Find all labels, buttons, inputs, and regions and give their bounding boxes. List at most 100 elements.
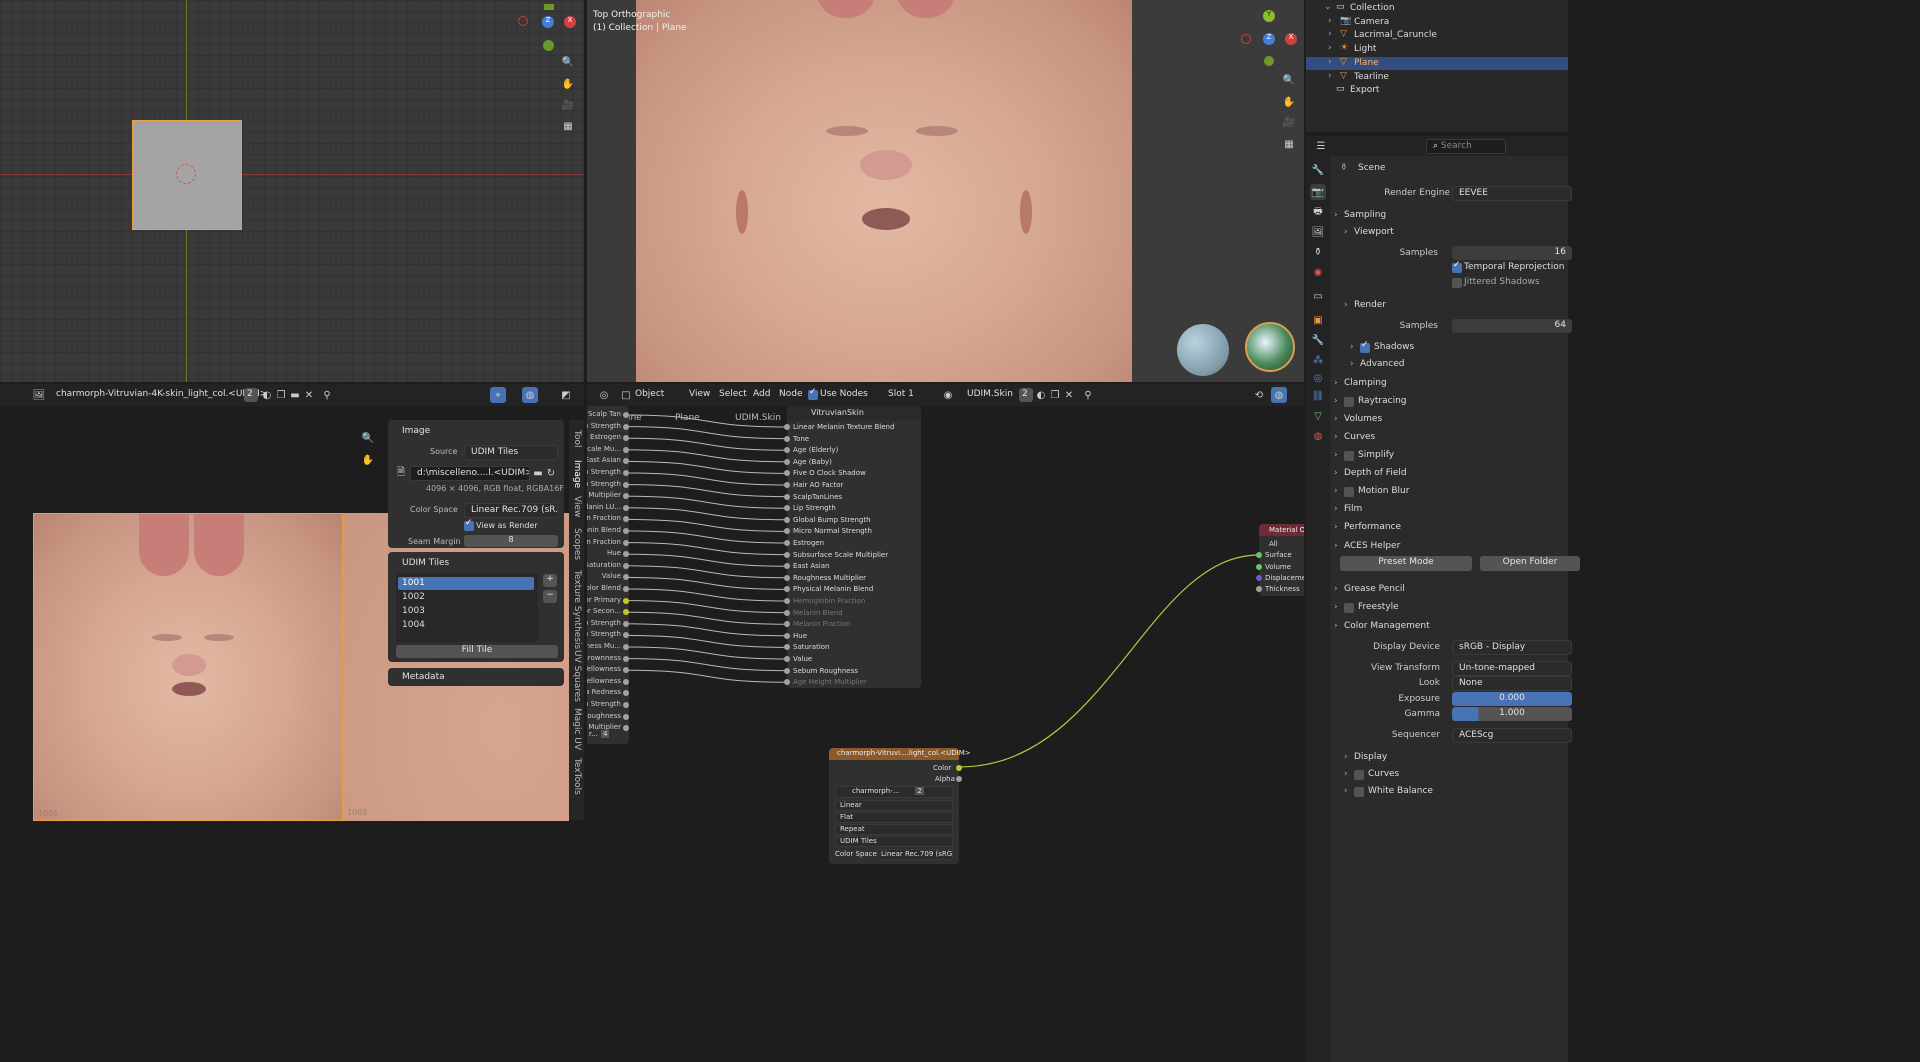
gizmo-axis-x-neg[interactable] <box>518 16 528 26</box>
display-device-dropdown[interactable]: sRGB - Display <box>1452 640 1572 655</box>
remove-tile-button[interactable]: − <box>543 590 557 603</box>
viewport-header[interactable]: Viewport <box>1354 227 1394 237</box>
volume-socket[interactable] <box>1256 564 1262 570</box>
zoom-icon[interactable]: 🔍 <box>358 428 378 448</box>
group-input-socket[interactable] <box>623 655 629 662</box>
group-input-socket[interactable] <box>623 446 629 453</box>
section-header[interactable]: Performance <box>1344 522 1401 532</box>
folder-icon[interactable]: ▬ <box>532 466 544 480</box>
group-input-socket[interactable] <box>623 574 629 581</box>
particles-tab-icon[interactable]: ⁂ <box>1310 352 1326 368</box>
tab-uv-squares[interactable]: UV Squares <box>572 650 582 702</box>
group-input-socket[interactable] <box>623 620 629 627</box>
image-name[interactable]: charmorph-Vitruvian-4K-skin_light_col.<U… <box>56 389 267 399</box>
section-checkbox[interactable] <box>1344 397 1354 407</box>
modifier-tab-icon[interactable]: 🔧 <box>1310 332 1326 348</box>
advanced-header[interactable]: Advanced <box>1360 359 1404 369</box>
displacement-socket[interactable] <box>1256 575 1262 581</box>
outliner-item-plane[interactable]: › ▽ Plane <box>1306 56 1568 70</box>
material-tab-icon[interactable]: ◍ <box>1310 428 1326 444</box>
editor-type-icon[interactable]: ☰ <box>1312 138 1330 154</box>
chevron-icon[interactable]: › <box>1334 378 1338 388</box>
close-icon[interactable]: ✕ <box>302 388 316 402</box>
render-engine-dropdown[interactable]: EEVEE <box>1452 186 1572 201</box>
group-input-socket[interactable] <box>623 713 629 720</box>
image-editor[interactable]: 🖼 charmorph-Vitruvian-4K-skin_light_col.… <box>0 384 584 1062</box>
preset-mode-button[interactable]: Preset Mode <box>1340 556 1472 571</box>
chevron-right-icon[interactable]: › <box>1328 57 1332 67</box>
chevron-icon[interactable]: › <box>1334 541 1338 551</box>
viewport-top-left[interactable]: Z X 🔍 ✋ 🎥 ▦ <box>0 0 584 382</box>
group-input-socket[interactable] <box>623 493 629 500</box>
reload-icon[interactable]: ↻ <box>545 466 557 480</box>
udim-list-item[interactable]: 1002 <box>402 592 425 602</box>
chevron-icon[interactable]: › <box>1334 621 1338 631</box>
extension-dropdown[interactable]: Repeat <box>835 824 953 835</box>
group-input-socket[interactable] <box>623 632 629 639</box>
group-node-input-socket[interactable] <box>784 656 790 662</box>
image-texture-node[interactable]: charmorph-Vitruvi....light_col.<UDIM> Co… <box>829 748 971 864</box>
tab-image[interactable]: Image <box>572 460 582 488</box>
group-input-socket[interactable] <box>623 412 629 418</box>
gizmo-axis-x[interactable]: X <box>1285 33 1297 45</box>
outliner[interactable]: ⌄ ▭ Collection › 📷 Camera › ▽ Lacrimal_Caruncle ›… <box>1306 0 1568 132</box>
panel-metadata[interactable]: Metadata <box>388 668 564 686</box>
group-node-input-socket[interactable] <box>784 563 790 570</box>
group-input-socket[interactable] <box>623 678 629 685</box>
grid-icon[interactable]: ▦ <box>1279 134 1299 154</box>
freestyle-checkbox[interactable] <box>1344 603 1354 613</box>
chevron-right-icon[interactable]: › <box>1328 16 1332 26</box>
panel-metadata-title[interactable]: Metadata <box>402 672 445 682</box>
group-node-input-socket[interactable] <box>784 586 790 593</box>
group-node-name[interactable]: VitruvianSkin <box>811 408 864 417</box>
gizmo-axis-y-neg[interactable] <box>1264 56 1274 66</box>
chevron-icon[interactable]: › <box>1344 769 1348 779</box>
section-header[interactable]: Film <box>1344 504 1362 514</box>
folder-icon[interactable]: ▬ <box>288 388 302 402</box>
shadows-header[interactable]: Shadows <box>1374 342 1414 352</box>
chevron-icon[interactable]: › <box>1334 522 1338 532</box>
group-input-socket[interactable] <box>623 586 629 592</box>
object-tab-icon[interactable]: ▣ <box>1310 312 1326 328</box>
exposure-slider[interactable]: 0.000 <box>1452 692 1572 706</box>
outliner-item-lacrimal_caruncle[interactable]: › ▽ Lacrimal_Caruncle <box>1306 29 1568 42</box>
outliner-item-tearline[interactable]: › ▽ Tearline <box>1306 71 1568 84</box>
chevron-right-icon[interactable]: › <box>1328 71 1332 81</box>
group-node-input-socket[interactable] <box>784 505 790 512</box>
gizmo-axis-x[interactable]: X <box>564 16 576 28</box>
properties-search[interactable]: ⌕ Search <box>1426 139 1506 154</box>
group-input-footer-users[interactable]: 4 <box>601 730 610 738</box>
section-header[interactable]: Volumes <box>1344 414 1382 424</box>
navigation-gizmo-2[interactable]: Y Z X <box>1241 10 1301 68</box>
zoom-icon[interactable]: 🔍 <box>1279 70 1299 90</box>
freestyle-header[interactable]: Freestyle <box>1358 602 1399 612</box>
gizmo-toggle-icon[interactable]: ⌖ <box>490 387 506 403</box>
shadows-checkbox[interactable] <box>1360 340 1370 353</box>
group-node-input-socket[interactable] <box>784 447 790 454</box>
jittered-shadows-checkbox[interactable] <box>1452 278 1462 288</box>
node-editor[interactable]: ◎ □ Object View Select Add Node Use Node… <box>587 384 1304 1062</box>
view-layer-tab-icon[interactable]: 🖼 <box>1310 224 1326 240</box>
material-output-node[interactable]: Material Ou... All Surface Volume Displa… <box>1256 524 1304 596</box>
group-node-input-socket[interactable] <box>784 424 790 430</box>
chevron-icon[interactable]: › <box>1344 752 1348 762</box>
projection-dropdown[interactable]: Flat <box>835 812 953 823</box>
gizmo-axis-y[interactable] <box>544 4 554 10</box>
world-tab-icon[interactable]: ◉ <box>1310 264 1326 280</box>
view-as-render-checkbox[interactable] <box>464 518 474 531</box>
panel-udim-title[interactable]: UDIM Tiles <box>402 558 449 568</box>
camera-view-icon[interactable]: 🎥 <box>1279 112 1299 132</box>
chevron-right-icon[interactable]: ⌄ <box>1324 2 1332 12</box>
chevron-icon[interactable]: › <box>1334 414 1338 424</box>
group-input-socket[interactable] <box>623 725 629 732</box>
section-header[interactable]: Simplify <box>1358 450 1394 460</box>
vitruvian-skin-group-node[interactable]: VitruvianSkin Linear Melanin Texture Ble… <box>784 406 921 688</box>
surface-socket[interactable] <box>1256 552 1262 558</box>
outliner-item-camera[interactable]: › 📷 Camera <box>1306 16 1568 29</box>
image-users[interactable]: 2 <box>244 388 258 402</box>
navigation-gizmo[interactable]: Z X <box>518 4 578 56</box>
tab-textools[interactable]: TexTools <box>572 758 582 795</box>
shield-icon[interactable]: ◐ <box>260 388 274 402</box>
physics-tab-icon[interactable]: ◎ <box>1310 370 1326 386</box>
chevron-right-icon[interactable]: › <box>1328 43 1332 53</box>
